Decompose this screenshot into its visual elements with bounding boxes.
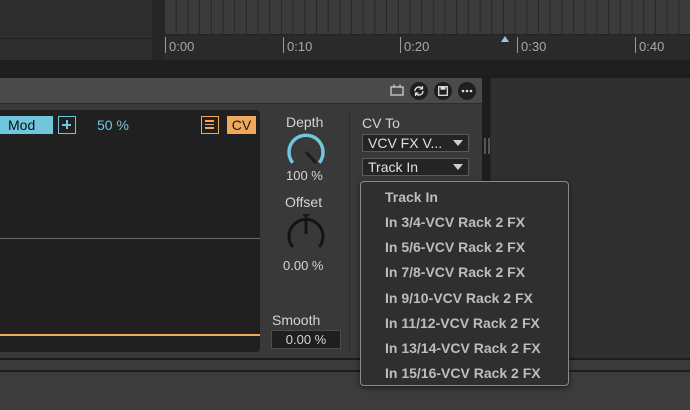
ruler-tick [283, 37, 284, 53]
menu-item[interactable]: In 5/6-VCV Rack 2 FX [385, 238, 525, 256]
cv-input-select[interactable]: Track In [362, 158, 469, 176]
smooth-label: Smooth [272, 312, 321, 328]
mod-button[interactable]: Mod [0, 116, 53, 134]
ruler-tick [400, 37, 401, 53]
chevron-down-icon [453, 140, 463, 146]
modulation-display[interactable]: Mod 50 % CV [0, 110, 260, 352]
menu-item[interactable]: In 3/4-VCV Rack 2 FX [385, 213, 525, 231]
cv-device-select-value: VCV FX V... [368, 135, 443, 151]
cv-to-label: CV To [362, 115, 400, 131]
bottom-scrollbar[interactable] [0, 360, 690, 370]
menu-item[interactable]: In 7/8-VCV Rack 2 FX [385, 263, 525, 281]
arrangement-view: 0:00 0:10 0:20 0:30 0:40 [0, 0, 690, 75]
arrangement-footer [0, 60, 690, 75]
ruler-tick-label: 0:40 [639, 39, 665, 54]
offset-label: Offset [285, 194, 323, 210]
offset-value: 0.00 % [283, 258, 324, 273]
mod-amount-value[interactable]: 50 % [97, 116, 129, 134]
ruler-tick [517, 37, 518, 53]
arrangement-grid[interactable] [164, 0, 690, 34]
playhead-marker-icon[interactable] [501, 36, 509, 42]
menu-item[interactable]: In 11/12-VCV Rack 2 FX [385, 314, 540, 332]
status-bar [0, 372, 690, 410]
add-icon[interactable] [58, 116, 76, 134]
ruler-tick-label: 0:20 [404, 39, 430, 54]
time-ruler[interactable]: 0:00 0:10 0:20 0:30 0:40 [164, 34, 690, 60]
modulation-curve [0, 334, 260, 336]
depth-value: 100 % [286, 168, 323, 183]
cv-device-select[interactable]: VCV FX V... [362, 134, 469, 152]
ruler-tick [165, 37, 166, 53]
chevron-down-icon [453, 164, 463, 170]
ruler-tick-label: 0:10 [287, 39, 313, 54]
panel-divider [349, 110, 350, 352]
smooth-value-box[interactable]: 0.00 % [271, 330, 341, 349]
ruler-tick-label: 0:00 [169, 39, 195, 54]
menu-item[interactable]: In 9/10-VCV Rack 2 FX [385, 289, 533, 307]
list-icon[interactable] [201, 116, 219, 134]
refresh-icon[interactable] [410, 82, 428, 100]
center-line [0, 238, 260, 239]
more-icon[interactable] [458, 82, 476, 100]
offset-knob[interactable] [284, 212, 328, 252]
menu-item[interactable]: In 15/16-VCV Rack 2 FX [385, 364, 541, 382]
device-header [0, 78, 482, 104]
connect-icon[interactable] [390, 84, 404, 97]
menu-item[interactable]: In 13/14-VCV Rack 2 FX [385, 339, 541, 357]
save-icon[interactable] [434, 82, 452, 100]
depth-knob[interactable] [284, 130, 328, 170]
cv-input-select-value: Track In [368, 159, 419, 175]
depth-label: Depth [286, 114, 324, 130]
input-dropdown-menu: Track In In 3/4-VCV Rack 2 FX In 5/6-VCV… [360, 181, 569, 386]
ruler-tick [635, 37, 636, 53]
menu-item-track-in[interactable]: Track In [385, 188, 438, 206]
ruler-tick-label: 0:30 [521, 39, 547, 54]
cv-button[interactable]: CV [227, 116, 256, 134]
